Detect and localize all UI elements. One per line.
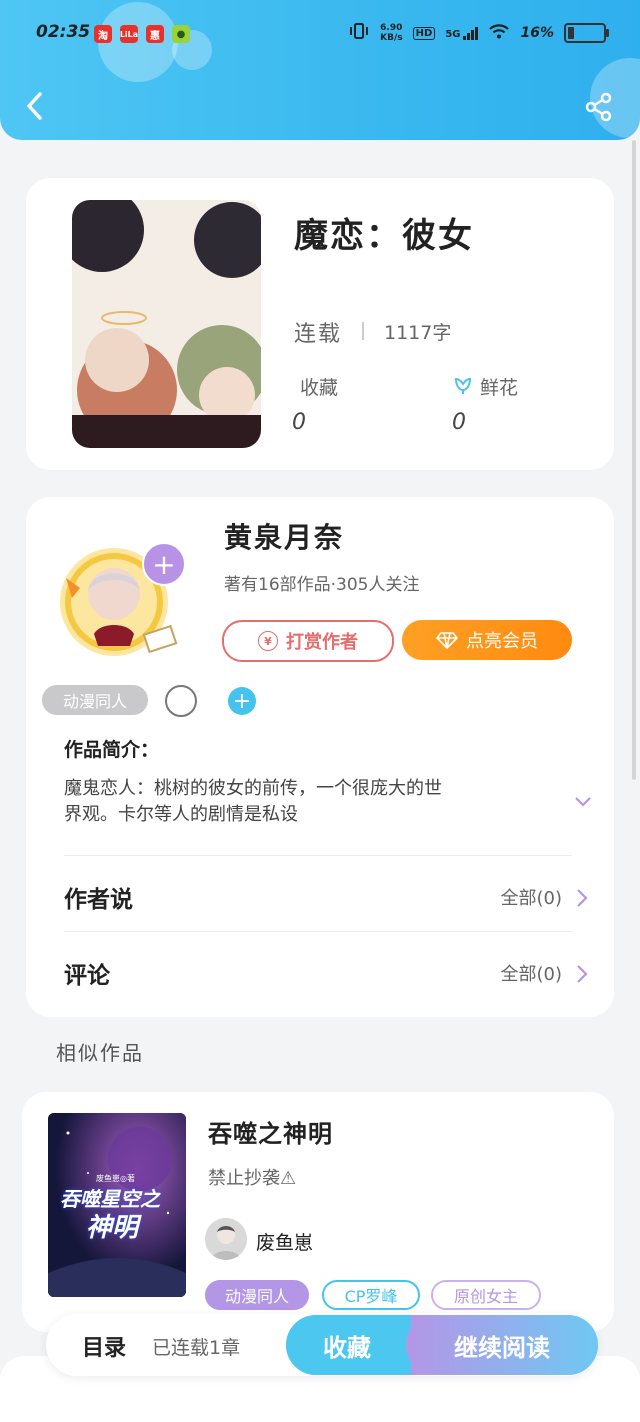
reward-author-button[interactable]: ¥ 打赏作者 <box>222 620 394 662</box>
chevron-right-icon <box>576 888 588 912</box>
author-says-row[interactable]: 作者说 全部(0) <box>48 862 596 930</box>
similar-author-name: 废鱼崽 <box>256 1232 314 1254</box>
author-says-all: 全部(0) <box>500 888 563 909</box>
flowers-label: 鲜花 <box>480 377 519 399</box>
divider <box>64 855 572 856</box>
chevron-right-icon <box>576 964 588 988</box>
intro-line-1: 魔鬼恋人：桃树的彼女的前传，一个很庞大的世 <box>64 778 442 799</box>
wifi-icon <box>488 22 510 44</box>
header-bar <box>0 0 640 140</box>
signal-type: 5G <box>445 28 461 40</box>
scrollbar[interactable] <box>632 140 636 780</box>
vip-button[interactable]: 点亮会员 <box>402 620 572 660</box>
reward-label: 打赏作者 <box>286 632 358 653</box>
hd-icon: HD <box>412 26 436 40</box>
shopping-icon: 惠 <box>146 25 164 43</box>
intro-heading: 作品简介： <box>64 739 160 761</box>
add-tag-button[interactable]: + <box>228 687 256 715</box>
comments-label: 评论 <box>64 963 110 989</box>
author-stats: 著有16部作品·305人关注 <box>224 575 420 595</box>
back-arrow-icon <box>27 92 42 120</box>
chapter-count: 已连载1章 <box>152 1337 241 1359</box>
battery-percent: 16% <box>520 25 554 41</box>
share-icon <box>585 92 612 122</box>
comments-all: 全部(0) <box>500 964 563 985</box>
similar-book-subtitle: 禁止抄袭⚠ <box>208 1168 297 1189</box>
net-speed: 6.90 KB/s <box>380 23 402 43</box>
diamond-icon <box>436 632 458 649</box>
favorites-value: 0 <box>292 410 306 435</box>
flowers-value: 0 <box>452 410 466 435</box>
book-status: 连载 <box>294 322 343 347</box>
net-speed-unit: KB/s <box>380 33 403 43</box>
comments-row[interactable]: 评论 全部(0) <box>48 938 596 1006</box>
share-button[interactable] <box>582 90 616 124</box>
cover-title-2: 神明 <box>86 1213 139 1243</box>
divider <box>362 322 364 340</box>
author-says-label: 作者说 <box>64 887 133 913</box>
continue-reading-button[interactable]: 继续阅读 <box>406 1315 598 1375</box>
word-count: 1117字 <box>384 322 452 344</box>
favorites-label: 收藏 <box>300 377 339 399</box>
similar-book-title: 吞噬之神明 <box>208 1120 333 1148</box>
net-speed-value: 6.90 <box>380 23 403 33</box>
app-icon: ● <box>172 25 190 43</box>
category-tag[interactable]: 动漫同人 <box>42 685 148 715</box>
similar-heading: 相似作品 <box>56 1041 144 1065</box>
divider <box>64 931 572 932</box>
battery-icon <box>564 23 609 43</box>
vibrate-icon <box>348 22 370 44</box>
chevron-down-icon <box>575 797 591 807</box>
lila-icon: LiLa <box>120 25 138 43</box>
similar-tag[interactable]: CP罗峰 <box>322 1280 420 1310</box>
intro-text: 魔鬼恋人：桃树的彼女的前传，一个很庞大的世 界观。卡尔等人的剧情是私设 <box>64 776 564 828</box>
book-cover[interactable] <box>72 200 261 448</box>
author-name[interactable]: 黄泉月奈 <box>224 516 344 556</box>
follow-author-button[interactable]: + <box>142 542 186 586</box>
status-right: 6.90 KB/s HD 5G 16% <box>348 22 609 44</box>
similar-tag[interactable]: 动漫同人 <box>205 1280 309 1310</box>
book-title: 魔恋：彼女 <box>294 216 474 256</box>
back-button[interactable] <box>20 88 50 124</box>
similar-book-cover[interactable]: 废鱼崽◎著 吞噬星空之 神明 <box>48 1113 186 1297</box>
expand-intro-button[interactable] <box>574 794 592 812</box>
toc-button[interactable]: 目录 <box>82 1330 126 1362</box>
status-time: 02:35 <box>36 22 91 42</box>
similar-tag[interactable]: 原创女主 <box>431 1280 541 1310</box>
yen-icon: ¥ <box>258 631 278 651</box>
taobao-icon: 淘 <box>94 25 112 43</box>
collect-button[interactable]: 收藏 <box>286 1315 408 1375</box>
signal-icon: 5G <box>445 26 479 40</box>
empty-tag-circle[interactable] <box>165 685 197 717</box>
flower-icon <box>452 374 474 400</box>
vip-label: 点亮会员 <box>466 631 538 652</box>
cover-illustration <box>72 200 261 448</box>
similar-author-avatar <box>205 1218 247 1260</box>
intro-line-2: 界观。卡尔等人的剧情是私设 <box>64 804 298 825</box>
